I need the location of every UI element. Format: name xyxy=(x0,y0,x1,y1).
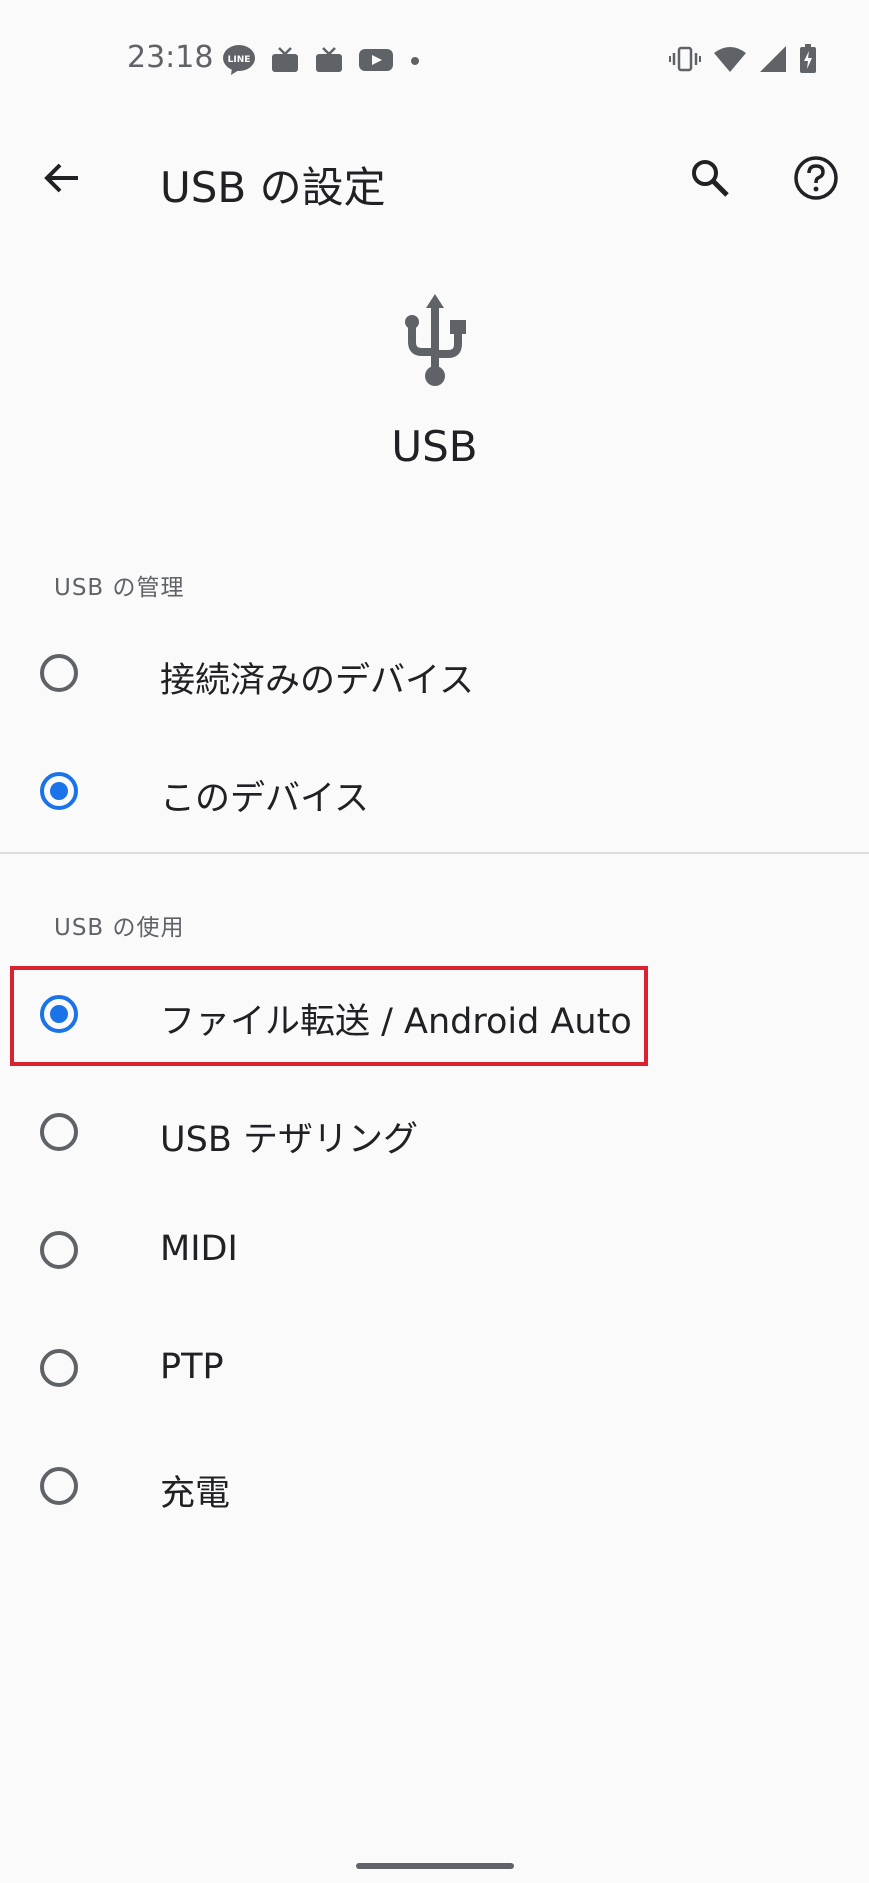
dot-icon xyxy=(408,53,422,72)
radio-option-midi[interactable]: MIDI xyxy=(0,1193,869,1311)
radio-button[interactable] xyxy=(40,1467,78,1505)
gesture-nav-handle[interactable] xyxy=(356,1863,514,1869)
signal-icon xyxy=(759,45,787,77)
tv-icon xyxy=(314,45,344,79)
usb-header-label: USB xyxy=(391,422,478,471)
line-icon: LINE xyxy=(222,44,256,80)
radio-option-this-device[interactable]: このデバイス xyxy=(0,734,869,852)
radio-button[interactable] xyxy=(40,654,78,692)
radio-option-ptp[interactable]: PTP xyxy=(0,1311,869,1429)
option-label: USB テザリング xyxy=(160,1120,418,1160)
tv-icon xyxy=(270,45,300,79)
battery-charging-icon xyxy=(799,44,817,78)
wifi-icon xyxy=(713,45,747,77)
divider xyxy=(0,852,869,854)
help-icon xyxy=(793,155,839,205)
radio-button[interactable] xyxy=(40,1113,78,1151)
status-bar: 23:18 LINE xyxy=(0,0,869,120)
search-icon xyxy=(690,158,730,202)
back-button[interactable] xyxy=(36,154,88,206)
help-button[interactable] xyxy=(788,152,844,208)
vibrate-icon xyxy=(669,45,701,77)
usb-header: USB xyxy=(0,290,869,471)
section-title-usb-usage: USB の使用 xyxy=(54,915,185,941)
option-label: このデバイス xyxy=(160,779,369,819)
page-title: USB の設定 xyxy=(160,163,386,212)
radio-option-usb-tethering[interactable]: USB テザリング xyxy=(0,1075,869,1193)
usb-icon xyxy=(0,290,869,394)
highlight-box xyxy=(10,966,648,1066)
back-arrow-icon xyxy=(42,158,82,202)
line-badge-text: LINE xyxy=(228,55,251,65)
radio-option-connected-device[interactable]: 接続済みのデバイス xyxy=(0,616,869,734)
radio-option-charging[interactable]: 充電 xyxy=(0,1429,869,1547)
youtube-icon xyxy=(358,46,394,78)
option-label: PTP xyxy=(160,1347,224,1387)
radio-button[interactable] xyxy=(40,1349,78,1387)
section-title-usb-management: USB の管理 xyxy=(54,575,185,601)
radio-button-checked[interactable] xyxy=(40,772,78,810)
app-bar: USB の設定 xyxy=(0,130,869,230)
option-label: 充電 xyxy=(160,1474,231,1514)
option-label: 接続済みのデバイス xyxy=(160,661,474,701)
search-button[interactable] xyxy=(682,152,738,208)
status-time: 23:18 xyxy=(127,40,214,75)
option-label: MIDI xyxy=(160,1229,238,1269)
radio-button[interactable] xyxy=(40,1231,78,1269)
notification-icons: LINE xyxy=(222,44,422,80)
system-icons xyxy=(669,44,817,78)
